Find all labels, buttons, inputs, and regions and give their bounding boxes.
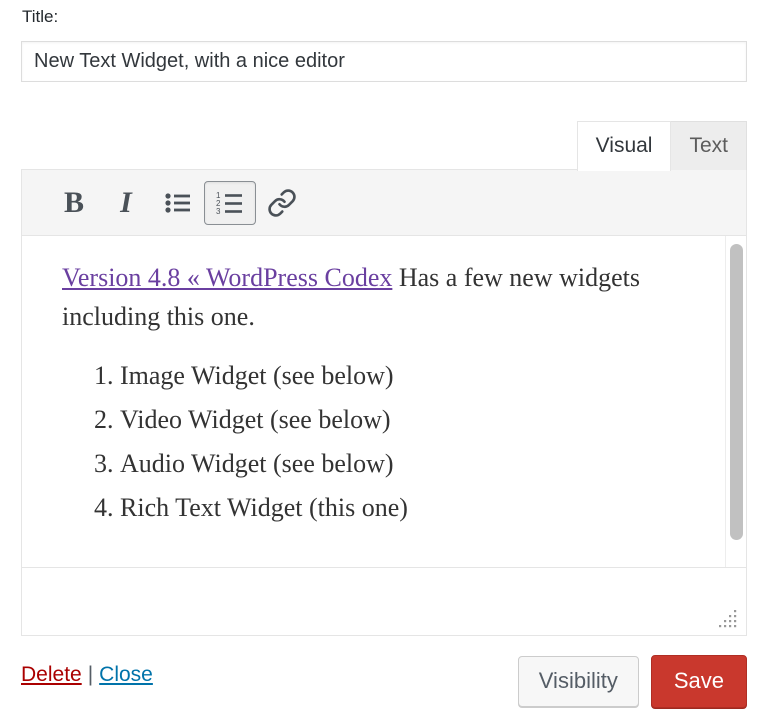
list-item: Video Widget (see below)	[120, 400, 706, 439]
unordered-list-button[interactable]	[152, 181, 204, 225]
widget-footer: Delete | Close Visibility Save	[21, 655, 747, 715]
close-link[interactable]: Close	[99, 663, 153, 686]
ordered-list-button[interactable]: 1 2 3	[204, 180, 256, 225]
editor-status-bar	[22, 568, 746, 635]
editor-container: B I 1 2 3 Version 4.8 « WordPress Codex …	[21, 169, 747, 636]
tab-text[interactable]: Text	[671, 121, 747, 170]
svg-text:3: 3	[216, 207, 221, 215]
editor-body[interactable]: Version 4.8 « WordPress Codex Has a few …	[22, 236, 746, 527]
editor-mode-tabs: Visual Text	[576, 119, 747, 171]
list-item: Audio Widget (see below)	[120, 444, 706, 483]
ordered-list-icon: 1 2 3	[216, 191, 242, 215]
resize-handle[interactable]	[717, 609, 739, 629]
title-input[interactable]	[21, 41, 747, 82]
editor-content-area[interactable]: Version 4.8 « WordPress Codex Has a few …	[22, 236, 746, 568]
italic-icon: I	[120, 185, 132, 219]
delete-link[interactable]: Delete	[21, 663, 82, 686]
resize-grip-icon	[719, 610, 737, 628]
tab-visual[interactable]: Visual	[576, 121, 672, 171]
list-item: Rich Text Widget (this one)	[120, 488, 706, 527]
editor-toolbar: B I 1 2 3	[22, 170, 746, 236]
link-separator: |	[87, 663, 94, 686]
title-label: Title:	[22, 7, 59, 26]
bold-icon: B	[63, 185, 84, 219]
link-icon	[268, 188, 296, 217]
unordered-list-icon	[165, 192, 190, 213]
editor-scrollbar[interactable]	[725, 236, 746, 567]
footer-buttons: Visibility Save	[517, 655, 747, 708]
scrollbar-thumb[interactable]	[730, 244, 743, 540]
italic-button[interactable]: I	[100, 181, 152, 225]
footer-links: Delete | Close	[21, 663, 153, 687]
save-button[interactable]: Save	[650, 655, 747, 708]
bold-button[interactable]: B	[48, 181, 100, 225]
list-item: Image Widget (see below)	[120, 356, 706, 395]
codex-link[interactable]: Version 4.8 « WordPress Codex	[62, 263, 392, 292]
intro-paragraph: Version 4.8 « WordPress Codex Has a few …	[62, 258, 706, 336]
text-widget-panel: Title: Visual Text B I	[0, 0, 768, 728]
tab-text-label: Text	[689, 134, 728, 157]
visibility-button[interactable]: Visibility	[517, 656, 639, 707]
tab-visual-label: Visual	[595, 134, 653, 157]
insert-link-button[interactable]	[256, 181, 308, 225]
widget-list: Image Widget (see below) Video Widget (s…	[62, 356, 706, 527]
